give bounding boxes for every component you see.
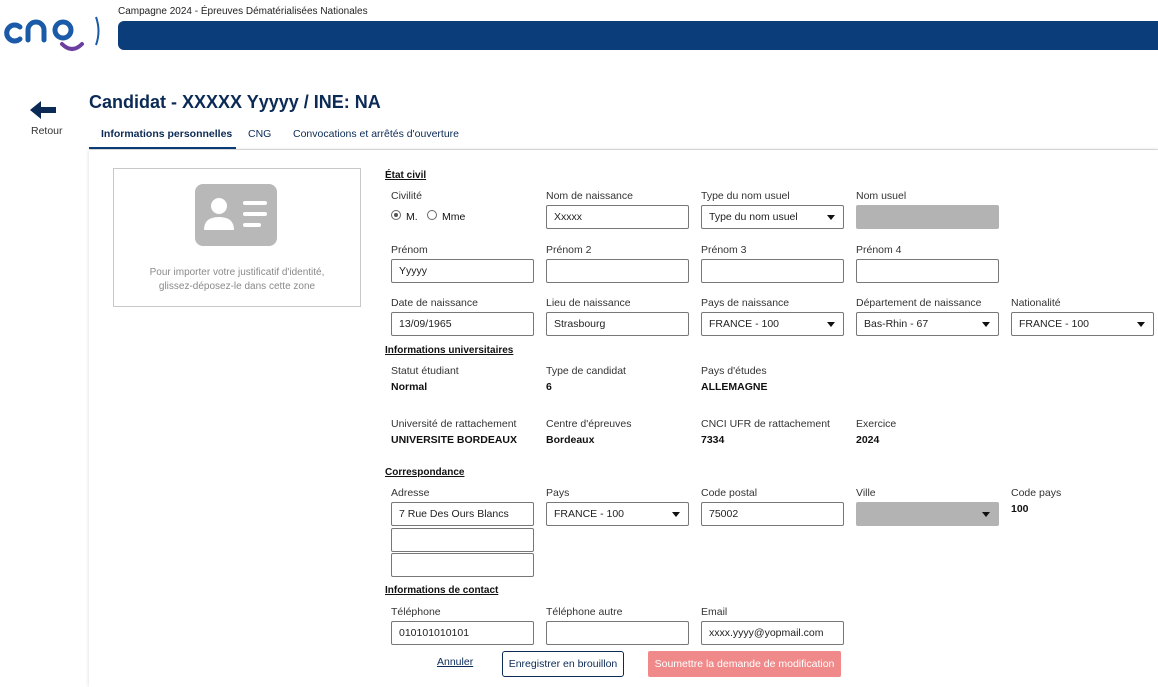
prenom4-label: Prénom 4	[856, 244, 902, 256]
cnci-label: CNCI UFR de rattachement	[701, 418, 830, 430]
page-title: Candidat - XXXXX Yyyyy / INE: NA	[89, 92, 381, 112]
submit-button[interactable]: Soumettre la demande de modification	[648, 651, 841, 677]
pays-naissance-select[interactable]: FRANCE - 100	[701, 312, 844, 336]
telephone-label: Téléphone	[391, 606, 441, 618]
lieu-naissance-label: Lieu de naissance	[546, 297, 631, 309]
adresse-label: Adresse	[391, 487, 430, 499]
statut-etudiant-label: Statut étudiant	[391, 365, 459, 377]
prenom-label: Prénom	[391, 244, 428, 256]
universite-label: Université de rattachement	[391, 418, 517, 430]
code-postal-input[interactable]: 75002	[701, 502, 844, 526]
back-link[interactable]: Retour	[31, 125, 63, 137]
ville-select	[856, 502, 999, 526]
radio-m[interactable]	[391, 210, 401, 220]
cancel-button[interactable]: Annuler	[437, 656, 473, 668]
departement-naissance-select[interactable]: Bas-Rhin - 67	[856, 312, 999, 336]
chevron-down-icon	[827, 322, 835, 327]
type-nom-usuel-label: Type du nom usuel	[701, 190, 790, 202]
prenom2-label: Prénom 2	[546, 244, 592, 256]
pays-value: FRANCE - 100	[554, 508, 625, 520]
date-naissance-label: Date de naissance	[391, 297, 478, 309]
pays-naissance-label: Pays de naissance	[701, 297, 790, 309]
cng-logo	[4, 16, 100, 51]
code-postal-label: Code postal	[701, 487, 758, 499]
top-banner	[118, 21, 1158, 50]
tab-cng[interactable]: CNG	[248, 128, 271, 140]
exercice-value: 2024	[856, 434, 880, 446]
pays-etudes-label: Pays d'études	[701, 365, 767, 377]
chevron-down-icon	[982, 512, 990, 517]
email-input[interactable]: xxxx.yyyy@yopmail.com	[701, 621, 844, 645]
email-label: Email	[701, 606, 728, 618]
code-pays-value: 100	[1011, 503, 1029, 515]
prenom4-input[interactable]	[856, 259, 999, 283]
adresse-line1-input[interactable]: 7 Rue Des Ours Blancs	[391, 502, 534, 526]
code-pays-label: Code pays	[1011, 487, 1062, 499]
type-nom-usuel-value: Type du nom usuel	[709, 211, 798, 223]
nom-usuel-input	[856, 205, 999, 229]
nom-naissance-label: Nom de naissance	[546, 190, 633, 202]
pays-etudes-value: ALLEMAGNE	[701, 381, 768, 393]
pays-select[interactable]: FRANCE - 100	[546, 502, 689, 526]
prenom2-input[interactable]	[546, 259, 689, 283]
civilite-label: Civilité	[391, 190, 422, 202]
nationalite-value: FRANCE - 100	[1019, 318, 1090, 330]
prenom3-label: Prénom 3	[701, 244, 747, 256]
universite-value: UNIVERSITE BORDEAUX	[391, 434, 518, 446]
nom-naissance-input[interactable]: Xxxxx	[546, 205, 689, 229]
chevron-down-icon	[982, 322, 990, 327]
campaign-title: Campagne 2024 - Épreuves Dématérialisées…	[118, 6, 368, 17]
date-naissance-input[interactable]: 13/09/1965	[391, 312, 534, 336]
chevron-down-icon	[1137, 322, 1145, 327]
telephone-input[interactable]: 010101010101	[391, 621, 534, 645]
dropzone-instructions: Pour importer votre justificatif d'ident…	[113, 266, 361, 294]
tab-informations-personnelles[interactable]: Informations personnelles	[101, 128, 232, 140]
adresse-line2-input[interactable]	[391, 528, 534, 552]
section-informations-universitaires: Informations universitaires	[385, 345, 514, 356]
type-nom-usuel-select[interactable]: Type du nom usuel	[701, 205, 844, 229]
cnci-value: 7334	[701, 434, 725, 446]
departement-naissance-value: Bas-Rhin - 67	[864, 318, 929, 330]
adresse-line3-input[interactable]	[391, 553, 534, 577]
nationalite-select[interactable]: FRANCE - 100	[1011, 312, 1154, 336]
type-candidat-label: Type de candidat	[546, 365, 626, 377]
radio-mme-label[interactable]: Mme	[442, 211, 465, 223]
pays-label: Pays	[546, 487, 570, 499]
section-etat-civil: État civil	[385, 170, 427, 181]
centre-epreuves-value: Bordeaux	[546, 434, 595, 446]
nationalite-label: Nationalité	[1011, 297, 1061, 309]
id-card-icon	[195, 184, 277, 246]
tab-convocations[interactable]: Convocations et arrêtés d'ouverture	[293, 128, 459, 140]
nom-usuel-label: Nom usuel	[856, 190, 907, 202]
dropzone-line-2: glissez-déposez-le dans cette zone	[158, 281, 316, 292]
exercice-label: Exercice	[856, 418, 897, 430]
radio-mme[interactable]	[427, 210, 437, 220]
back-arrow-icon[interactable]	[28, 99, 58, 121]
statut-etudiant-value: Normal	[391, 381, 428, 393]
dropzone-line-1: Pour importer votre justificatif d'ident…	[149, 267, 325, 278]
chevron-down-icon	[672, 512, 680, 517]
prenom3-input[interactable]	[701, 259, 844, 283]
ville-label: Ville	[856, 487, 876, 499]
lieu-naissance-input[interactable]: Strasbourg	[546, 312, 689, 336]
prenom-input[interactable]: Yyyyy	[391, 259, 534, 283]
pays-naissance-value: FRANCE - 100	[709, 318, 780, 330]
type-candidat-value: 6	[546, 381, 552, 393]
section-informations-contact: Informations de contact	[385, 585, 499, 596]
section-correspondance: Correspondance	[385, 467, 465, 478]
radio-m-label[interactable]: M.	[406, 211, 418, 223]
save-draft-button[interactable]: Enregistrer en brouillon	[502, 651, 624, 677]
centre-epreuves-label: Centre d'épreuves	[546, 418, 632, 430]
departement-naissance-label: Département de naissance	[856, 297, 982, 309]
telephone-autre-input[interactable]	[546, 621, 689, 645]
chevron-down-icon	[827, 215, 835, 220]
active-tab-indicator	[89, 147, 236, 149]
telephone-autre-label: Téléphone autre	[546, 606, 623, 618]
